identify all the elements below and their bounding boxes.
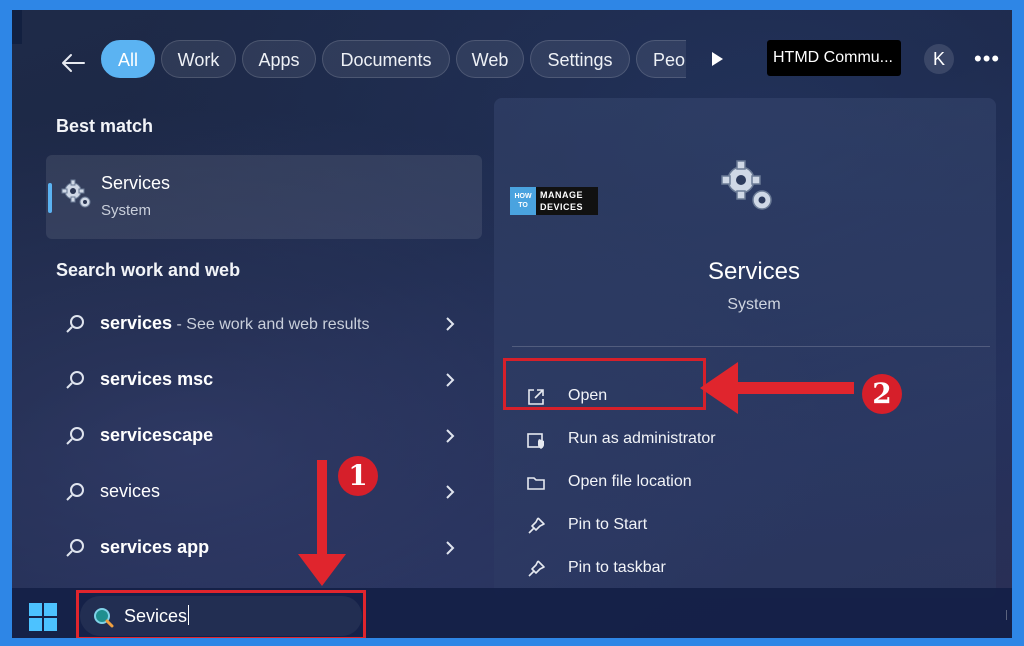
- logo-howto: HOW TO: [510, 187, 536, 215]
- pin-to-start-label: Pin to Start: [568, 516, 648, 533]
- best-match-subtitle: System: [101, 202, 152, 219]
- chevron-right-icon: [446, 541, 455, 555]
- search-result-row[interactable]: services - See work and web results: [56, 304, 466, 344]
- result-query: services: [100, 313, 173, 333]
- annotation-open-highlight: [503, 358, 706, 410]
- scroll-right-icon[interactable]: [708, 50, 726, 68]
- tab-documents[interactable]: Documents: [322, 40, 450, 78]
- chevron-right-icon: [446, 485, 455, 499]
- run-as-admin-label: Run as administrator: [568, 430, 716, 447]
- tab-settings[interactable]: Settings: [530, 40, 630, 78]
- search-icon: [66, 539, 84, 557]
- annotation-step-2: 2: [862, 374, 902, 414]
- pin-icon: [528, 517, 545, 534]
- search-result-row[interactable]: servicescape: [56, 416, 466, 456]
- services-gear-icon: [61, 179, 91, 208]
- folder-icon: [527, 477, 545, 490]
- pin-icon: [528, 560, 545, 577]
- search-result-row[interactable]: sevices: [56, 472, 466, 512]
- tab-web[interactable]: Web: [456, 40, 524, 78]
- annotation-step-1: 1: [338, 456, 378, 496]
- start-search-panel: All Work Apps Documents Web Settings Peo…: [12, 10, 1012, 638]
- best-match-title: Services: [101, 173, 171, 193]
- detail-pane: HOW TO MANAGE DEVICES Services System Op…: [494, 98, 996, 598]
- result-query: services app: [100, 537, 210, 557]
- tab-people[interactable]: Peo: [636, 40, 686, 78]
- run-as-admin-action[interactable]: Run as administrator: [524, 424, 824, 456]
- filter-bar: All Work Apps Documents Web Settings Peo…: [12, 40, 1012, 98]
- top-strip: [12, 10, 22, 44]
- pin-to-start-action[interactable]: Pin to Start: [524, 510, 824, 542]
- search-icon: [66, 483, 84, 501]
- pin-to-taskbar-label: Pin to taskbar: [568, 559, 666, 576]
- annotation-search-box-highlight: [76, 590, 366, 638]
- annotation-arrow-left-icon: [700, 362, 854, 414]
- selection-indicator: [48, 183, 52, 213]
- taskbar-edge: [1006, 610, 1007, 620]
- back-arrow-icon[interactable]: [58, 48, 88, 78]
- result-query: servicescape: [100, 425, 214, 445]
- more-options-icon[interactable]: •••: [974, 46, 1000, 72]
- pin-to-taskbar-action[interactable]: Pin to taskbar: [524, 553, 824, 585]
- result-hint: - See work and web results: [172, 316, 370, 333]
- windows-start-icon[interactable]: [28, 602, 58, 632]
- search-result-row[interactable]: services msc: [56, 360, 466, 400]
- shield-icon: [527, 433, 544, 449]
- result-query: sevices: [100, 481, 161, 501]
- search-icon: [66, 371, 84, 389]
- search-result-row[interactable]: services app: [56, 528, 466, 568]
- open-file-location-action[interactable]: Open file location: [524, 467, 824, 499]
- detail-title: Services: [707, 258, 801, 285]
- result-query: services msc: [100, 369, 214, 389]
- tab-work[interactable]: Work: [161, 40, 236, 78]
- search-icon: [66, 315, 84, 333]
- avatar[interactable]: K: [924, 44, 954, 74]
- tab-apps[interactable]: Apps: [242, 40, 316, 78]
- divider: [512, 346, 990, 347]
- htmd-logo: HOW TO MANAGE DEVICES: [510, 183, 602, 219]
- open-file-location-label: Open file location: [568, 473, 692, 490]
- chevron-right-icon: [446, 429, 455, 443]
- best-match-heading: Best match: [56, 116, 154, 136]
- detail-subtitle: System: [727, 296, 781, 313]
- search-icon: [66, 427, 84, 445]
- tab-all[interactable]: All: [101, 40, 155, 78]
- services-gear-icon: [721, 160, 772, 210]
- screenshot-frame: All Work Apps Documents Web Settings Peo…: [0, 0, 1024, 646]
- chevron-right-icon: [446, 317, 455, 331]
- logo-manage-devices: MANAGE DEVICES: [536, 187, 598, 215]
- chevron-right-icon: [446, 373, 455, 387]
- search-web-heading: Search work and web: [56, 260, 241, 280]
- account-button[interactable]: HTMD Commu...: [767, 40, 901, 76]
- best-match-item[interactable]: Services System: [46, 155, 482, 239]
